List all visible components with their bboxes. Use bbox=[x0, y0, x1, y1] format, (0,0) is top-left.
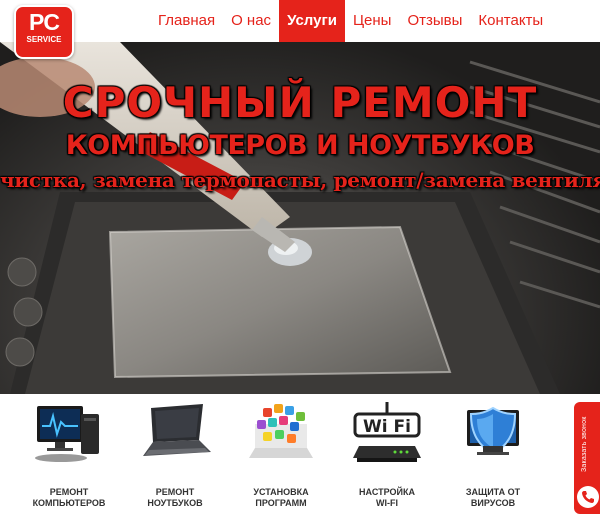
nav-item-home[interactable]: Главная bbox=[150, 0, 223, 42]
hero-banner: СРОЧНЫЙ РЕМОНТ КОМПЬЮТЕРОВ И НОУТБУКОВ ч… bbox=[0, 42, 600, 394]
service-virus-protection[interactable]: ЗАЩИТА ОТ ВИРУСОВ bbox=[440, 394, 546, 516]
nav-item-about[interactable]: О нас bbox=[223, 0, 279, 42]
hero-title: СРОЧНЫЙ РЕМОНТ bbox=[62, 78, 538, 127]
wifi-router-icon: Wi Fi bbox=[353, 402, 421, 462]
service-computer-repair[interactable]: РЕМОНТ КОМПЬЮТЕРОВ bbox=[16, 394, 122, 516]
nav-item-prices[interactable]: Цены bbox=[345, 0, 400, 42]
hero-tagline: чистка, замена термопасты, ремонт/замена… bbox=[0, 168, 600, 192]
service-label-line1: РЕМОНТ bbox=[49, 487, 89, 497]
antivirus-icon bbox=[467, 406, 519, 456]
nav-item-reviews[interactable]: Отзывы bbox=[399, 0, 470, 42]
nav-item-services[interactable]: Услуги bbox=[279, 0, 345, 42]
services-row: РЕМОНТ КОМПЬЮТЕРОВ РЕМОНТ НОУТБУКОВ УСТА… bbox=[0, 394, 600, 516]
service-label-line2: ВИРУСОВ bbox=[470, 498, 516, 508]
computer-icon bbox=[35, 406, 99, 462]
logo-text-pc: PC bbox=[29, 9, 60, 35]
site-logo[interactable]: PC SERVICE bbox=[14, 5, 74, 59]
callback-button[interactable]: Заказать звонок bbox=[574, 402, 600, 514]
service-label-line1: РЕМОНТ bbox=[155, 487, 195, 497]
service-label-line1: ЗАЩИТА ОТ bbox=[465, 487, 521, 497]
service-software-install[interactable]: УСТАНОВКА ПРОГРАММ bbox=[228, 394, 334, 516]
service-label: РЕМОНТ НОУТБУКОВ bbox=[122, 487, 228, 509]
service-label: РЕМОНТ КОМПЬЮТЕРОВ bbox=[16, 487, 122, 509]
phone-icon bbox=[577, 486, 599, 508]
service-label-line2: НОУТБУКОВ bbox=[147, 498, 203, 508]
service-label-line2: WI-FI bbox=[376, 498, 398, 508]
apps-laptop-icon bbox=[249, 404, 313, 458]
logo-text-service: SERVICE bbox=[26, 35, 62, 44]
service-label: УСТАНОВКА ПРОГРАММ bbox=[228, 487, 334, 509]
service-label-line1: НАСТРОЙКА bbox=[359, 487, 415, 497]
service-label-line1: УСТАНОВКА bbox=[253, 487, 309, 497]
service-label: НАСТРОЙКА WI-FI bbox=[334, 487, 440, 509]
wifi-sign-text: Wi Fi bbox=[363, 417, 411, 437]
service-wifi-setup[interactable]: Wi Fi НАСТРОЙКА WI-FI bbox=[334, 394, 440, 516]
service-label: ЗАЩИТА ОТ ВИРУСОВ bbox=[440, 487, 546, 509]
laptop-icon bbox=[143, 404, 211, 456]
main-nav: Главная О нас Услуги Цены Отзывы Контакт… bbox=[150, 0, 551, 42]
service-label-line2: КОМПЬЮТЕРОВ bbox=[32, 498, 106, 508]
nav-item-contacts[interactable]: Контакты bbox=[470, 0, 551, 42]
site-header: PC SERVICE Главная О нас Услуги Цены Отз… bbox=[0, 0, 600, 59]
service-label-line2: ПРОГРАММ bbox=[255, 498, 307, 508]
callback-label: Заказать звонок bbox=[581, 416, 588, 472]
service-laptop-repair[interactable]: РЕМОНТ НОУТБУКОВ bbox=[122, 394, 228, 516]
hero-subtitle: КОМПЬЮТЕРОВ И НОУТБУКОВ bbox=[65, 130, 535, 161]
